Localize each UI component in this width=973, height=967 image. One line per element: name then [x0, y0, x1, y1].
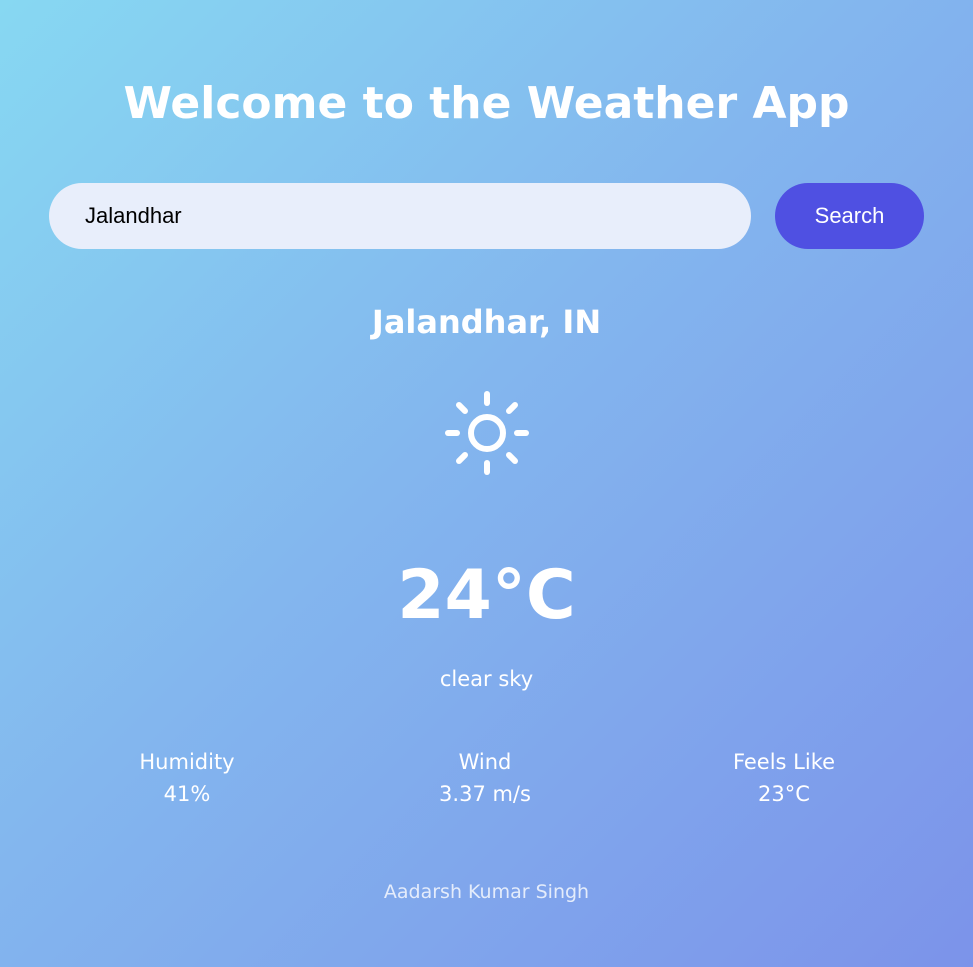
- humidity-value: 41%: [163, 782, 211, 806]
- search-button[interactable]: Search: [775, 183, 924, 249]
- page-title: Welcome to the Weather App: [123, 78, 850, 129]
- feels-like-value: 23°C: [758, 782, 810, 806]
- wind-label: Wind: [458, 750, 512, 774]
- temperature: 24°C: [397, 556, 576, 635]
- weather-app: Welcome to the Weather App Search Jaland…: [0, 0, 973, 967]
- sun-icon: [445, 391, 529, 475]
- footer-author: Aadarsh Kumar Singh: [383, 881, 590, 903]
- location-name: Jalandhar, IN: [371, 303, 602, 341]
- wind-value: 3.37 m/s: [439, 782, 531, 806]
- search-input[interactable]: [49, 183, 751, 249]
- humidity-stat: Humidity 41%: [87, 746, 287, 810]
- wind-stat: Wind 3.37 m/s: [385, 746, 585, 810]
- feels-like-stat: Feels Like 23°C: [684, 746, 884, 810]
- feels-like-label: Feels Like: [732, 750, 836, 774]
- humidity-label: Humidity: [139, 750, 235, 774]
- weather-description: clear sky: [439, 667, 534, 691]
